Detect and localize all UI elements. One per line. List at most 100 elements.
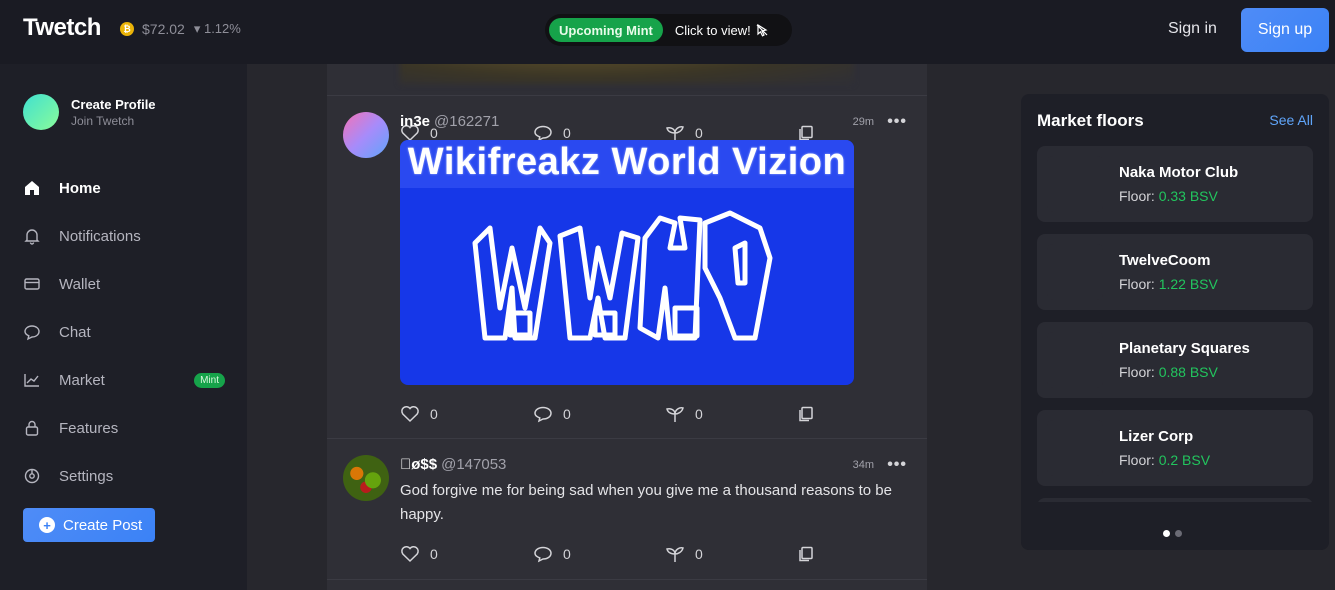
carousel-dots [1163, 530, 1187, 537]
heart-icon [401, 546, 419, 563]
create-profile[interactable]: Create Profile Join Twetch [23, 94, 156, 130]
sidebar-item-label: Features [59, 419, 119, 437]
post-actions: 0 0 0 [400, 545, 820, 565]
user-handle[interactable]: @162271 [434, 113, 499, 130]
comment-button[interactable]: 0 [533, 405, 571, 423]
profile-subtitle: Join Twetch [71, 113, 135, 128]
branch-icon [666, 407, 684, 422]
post-card[interactable]: 0 0 0 [327, 64, 927, 142]
sidebar-item-features[interactable]: Features [23, 404, 233, 452]
mint-cta-label: Click to view! [674, 22, 751, 38]
collection-name: Lizer Corp [1119, 428, 1194, 445]
sidebar-item-home[interactable]: Home [23, 164, 233, 212]
sidebar-item-market[interactable]: Market Mint [23, 356, 233, 404]
floor-label: Floor: [1119, 364, 1155, 380]
bsv-coin-icon: ₿ [120, 22, 134, 36]
wwv-graffiti-art [472, 210, 773, 341]
avatar[interactable] [343, 455, 389, 501]
chart-icon [23, 371, 41, 389]
profile-title: Create Profile [71, 96, 156, 112]
post-image[interactable] [400, 64, 853, 84]
wallet-icon [23, 275, 41, 293]
avatar[interactable] [343, 112, 389, 158]
twetch-logo[interactable]: Twetch [23, 14, 101, 42]
sidebar-item-wallet[interactable]: Wallet [23, 260, 233, 308]
sidebar-item-notifications[interactable]: Notifications [23, 212, 233, 260]
user-handle[interactable]: @147053 [441, 456, 506, 473]
collection-image [1047, 332, 1103, 388]
bell-icon [23, 227, 41, 245]
collection-name: Planetary Squares [1119, 340, 1250, 357]
sidebar-item-settings[interactable]: Settings [23, 452, 233, 500]
heart-icon [401, 406, 419, 423]
comment-button[interactable]: 0 [533, 545, 571, 563]
username[interactable]:  ø$$ [400, 456, 437, 473]
create-post-label: Create Post [63, 516, 143, 534]
post-image[interactable]: Wikifreakz World Vizion [400, 140, 854, 385]
top-bar: Twetch ₿ $72.02 ▾ 1.12% Upcoming Mint Cl… [0, 0, 1335, 64]
post-actions: 0 0 0 [400, 405, 820, 425]
pointer-icon [756, 23, 768, 37]
market-card[interactable]: Planetary Squares Floor: 0.88 BSV [1037, 322, 1313, 398]
collection-name: Naka Motor Club [1119, 164, 1239, 181]
avatar [23, 94, 59, 130]
collection-image [1047, 420, 1103, 476]
market-card[interactable]: TwelveCoom Floor: 1.22 BSV [1037, 234, 1313, 310]
sidebar-item-label: Chat [59, 323, 91, 341]
post-text: God forgive me for being sad when you gi… [400, 482, 892, 523]
collection-name: TwelveCoom [1119, 252, 1211, 269]
collection-floor: Floor: 0.33 BSV [1119, 188, 1218, 204]
market-floors-title: Market floors [1037, 111, 1144, 130]
like-count: 0 [430, 546, 438, 562]
more-options-icon[interactable]: ••• [887, 456, 907, 474]
sidebar-item-label: Notifications [59, 227, 141, 245]
sidebar-nav: Home Notifications Wallet Chat Market Mi… [23, 164, 233, 500]
post-time: 34m [852, 458, 874, 471]
sidebar-item-chat[interactable]: Chat [23, 308, 233, 356]
image-title: Wikifreakz World Vizion [400, 140, 854, 188]
sidebar: Create Profile Join Twetch Home Notifica… [0, 64, 247, 590]
like-count: 0 [430, 406, 438, 422]
market-card[interactable]: Naka Motor Club Floor: 0.33 BSV [1037, 146, 1313, 222]
comment-icon [534, 546, 552, 563]
collection-image [1047, 156, 1103, 212]
branch-button[interactable]: 0 [665, 545, 703, 563]
copy-icon [799, 546, 813, 562]
post-card[interactable]:  ø$$ @147053 34m ••• God forgive me for … [327, 439, 927, 580]
floor-label: Floor: [1119, 276, 1155, 292]
home-icon [23, 179, 41, 197]
create-post-button[interactable]: + Create Post [23, 508, 155, 542]
branch-button[interactable]: 0 [665, 405, 703, 423]
like-button[interactable]: 0 [400, 405, 438, 423]
username[interactable]: in3e [400, 113, 430, 130]
post-header: in3e @162271 29m ••• [400, 113, 910, 131]
carousel-fade [1021, 502, 1329, 550]
floor-value: 0.88 BSV [1158, 364, 1218, 380]
copy-button[interactable] [797, 545, 825, 563]
floor-value: 0.2 BSV [1158, 452, 1211, 468]
comment-count: 0 [563, 546, 571, 562]
like-button[interactable]: 0 [400, 545, 438, 563]
sign-in-link[interactable]: Sign in [1168, 20, 1217, 38]
copy-button[interactable] [797, 405, 825, 423]
collection-image [1047, 244, 1103, 300]
sidebar-item-label: Market [59, 371, 105, 389]
mint-cta: Click to view! [675, 23, 769, 38]
floor-label: Floor: [1119, 452, 1155, 468]
post-header:  ø$$ @147053 34m ••• [400, 456, 910, 474]
post-card[interactable]: in3e @162271 29m ••• Wikifreakz World Vi… [327, 96, 927, 439]
carousel-dot[interactable] [1163, 530, 1170, 537]
carousel-dot[interactable] [1175, 530, 1182, 537]
mint-badge: Mint [194, 372, 225, 388]
chat-icon [23, 323, 41, 341]
market-card[interactable]: Lizer Corp Floor: 0.2 BSV [1037, 410, 1313, 486]
comment-count: 0 [563, 406, 571, 422]
lock-icon [23, 419, 41, 437]
floor-value: 0.33 BSV [1158, 188, 1218, 204]
more-options-icon[interactable]: ••• [887, 113, 907, 131]
bsv-change: ▾ 1.12% [193, 21, 241, 36]
see-all-link[interactable]: See All [1269, 112, 1313, 128]
sign-up-button[interactable]: Sign up [1241, 8, 1329, 52]
sidebar-item-label: Home [59, 179, 101, 197]
upcoming-mint-banner[interactable]: Upcoming Mint Click to view! [545, 14, 792, 46]
